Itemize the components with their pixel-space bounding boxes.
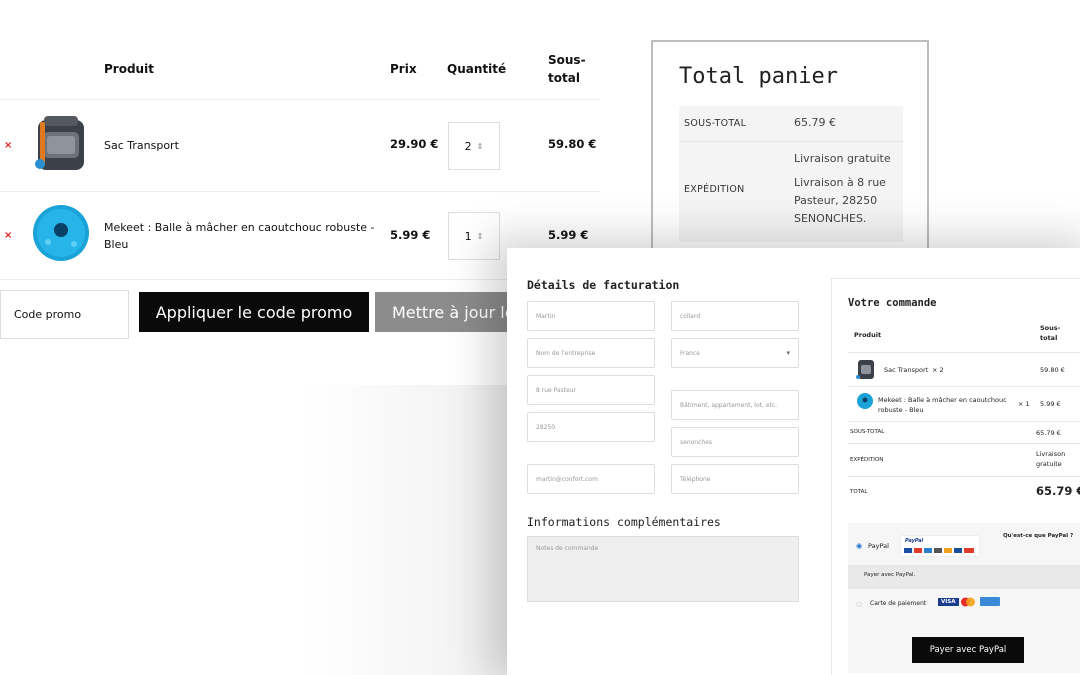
cart-totals-panel: Total panier SOUS-TOTAL 65.79 € EXPÉDITI…: [651, 40, 929, 280]
phone-field[interactable]: Téléphone: [671, 464, 799, 494]
header-quantity: Quantité: [447, 62, 507, 76]
email-field[interactable]: martin@confort.com: [527, 464, 655, 494]
product-price: 5.99 €: [390, 228, 431, 242]
blue-ball-icon[interactable]: [30, 202, 92, 264]
company-field[interactable]: Nom de l'entreprise: [527, 338, 655, 368]
apply-coupon-button[interactable]: Appliquer le code promo: [139, 292, 369, 332]
visa-logo: VISA: [938, 598, 959, 606]
order-total-label: TOTAL: [850, 489, 868, 495]
card-logos-icon: [904, 548, 974, 553]
blue-ball-icon: [857, 393, 873, 409]
totals-subtotal-label: SOUS-TOTAL: [684, 118, 747, 129]
product-subtotal: 59.80 €: [548, 137, 597, 151]
totals-shipping-row: EXPÉDITION Livraison gratuite Livraison …: [679, 142, 903, 242]
order-shipping-label: EXPÉDITION: [850, 457, 884, 463]
divider: [848, 476, 1080, 477]
totals-shipping-label: EXPÉDITION: [684, 184, 745, 195]
order-line-qty: × 2: [932, 366, 944, 374]
stepper-arrows-icon[interactable]: ⇕: [477, 232, 484, 241]
paypal-logo-text: PayPal: [905, 538, 924, 544]
stepper-arrows-icon[interactable]: ⇕: [477, 142, 484, 151]
update-cart-button[interactable]: Mettre à jour le panier: [375, 292, 525, 332]
cart-row: × Sac Transport 29.90 € 2 ⇕ 59.80 €: [0, 100, 600, 192]
order-line-total: 5.99 €: [1040, 400, 1061, 408]
divider: [848, 421, 1080, 422]
order-subtotal-label: SOUS-TOTAL: [850, 429, 885, 435]
order-notes-field[interactable]: Notes de commande: [527, 536, 799, 602]
order-col-subtotal: Sous- total: [1040, 324, 1061, 342]
cart-totals-title: Total panier: [679, 64, 838, 89]
paypal-logo-box: PayPal: [900, 535, 980, 557]
paypal-radio-icon[interactable]: ◉: [856, 542, 862, 550]
amex-icon: [980, 597, 1000, 606]
header-subtotal: Sous- total: [548, 53, 586, 85]
quantity-stepper[interactable]: 2 ⇕: [448, 122, 500, 170]
quantity-value: 2: [464, 139, 472, 153]
pay-with-paypal-button[interactable]: Payer avec PayPal: [912, 637, 1024, 663]
product-price: 29.90 €: [390, 137, 439, 151]
city-field[interactable]: senonches: [671, 427, 799, 457]
order-col-product: Produit: [854, 331, 882, 339]
background-fade: [0, 385, 507, 675]
street-field[interactable]: 8 rue Pasteur: [527, 375, 655, 405]
last-name-field[interactable]: collard: [671, 301, 799, 331]
order-title: Votre commande: [848, 297, 937, 309]
remove-item-icon[interactable]: ×: [4, 230, 12, 241]
product-name[interactable]: Mekeet : Balle à mâcher en caoutchouc ro…: [104, 219, 375, 253]
totals-subtotal-row: SOUS-TOTAL 65.79 €: [679, 106, 903, 142]
remove-item-icon[interactable]: ×: [4, 140, 12, 151]
card-option-label[interactable]: Carte de paiement: [870, 600, 926, 607]
header-price: Prix: [390, 62, 417, 76]
mastercard-icon: [961, 597, 975, 607]
divider: [848, 352, 1080, 353]
order-shipping-value: Livraison gratuite: [1036, 450, 1066, 468]
coupon-code-input[interactable]: Code promo: [0, 290, 129, 339]
product-subtotal: 5.99 €: [548, 228, 589, 242]
order-line-name: Mekeet : Balle à mâcher en caoutchouc ro…: [878, 396, 1007, 414]
divider: [848, 443, 1080, 444]
order-line-name: Sac Transport: [884, 366, 929, 374]
first-name-field[interactable]: Martin: [527, 301, 655, 331]
what-is-paypal-link[interactable]: Qu'est-ce que PayPal ?: [1003, 533, 1073, 539]
quantity-value: 1: [464, 229, 472, 243]
shipping-address-text: Livraison à 8 rue Pasteur, 28250 SENONCH…: [794, 176, 886, 225]
country-select[interactable]: France: [671, 338, 799, 368]
cart-table-header: Produit Prix Quantité Sous- total: [0, 40, 600, 100]
backpack-carrier-icon: [856, 360, 874, 379]
backpack-carrier-icon[interactable]: [30, 112, 92, 174]
paypal-option-label[interactable]: PayPal: [868, 542, 889, 550]
paypal-description-box: Payer avec PayPal.: [848, 565, 1080, 589]
divider: [848, 386, 1080, 387]
paypal-description: Payer avec PayPal.: [864, 572, 916, 578]
order-line-qty: × 1: [1018, 400, 1030, 408]
order-subtotal-value: 65.79 €: [1036, 429, 1061, 437]
extra-info-title: Informations complémentaires: [527, 515, 721, 529]
billing-title: Détails de facturation: [527, 278, 680, 292]
order-line-total: 59.80 €: [1040, 366, 1065, 374]
card-radio-icon[interactable]: ○: [856, 600, 862, 608]
checkout-screenshot: Détails de facturation Martin collard No…: [507, 248, 1080, 675]
shipping-free-text: Livraison gratuite: [794, 152, 891, 165]
totals-subtotal-value: 65.79 €: [794, 116, 836, 129]
apartment-field[interactable]: Bâtiment, appartement, lot, etc.: [671, 390, 799, 420]
header-product: Produit: [104, 62, 154, 76]
order-total-value: 65.79 €: [1036, 484, 1080, 498]
order-summary: Votre commande Produit Sous- total Sac T…: [831, 278, 1080, 675]
quantity-stepper[interactable]: 1 ⇕: [448, 212, 500, 260]
cart-totals-table: SOUS-TOTAL 65.79 € EXPÉDITION Livraison …: [679, 106, 903, 242]
postcode-field[interactable]: 28250: [527, 412, 655, 442]
product-name[interactable]: Sac Transport: [104, 137, 179, 154]
